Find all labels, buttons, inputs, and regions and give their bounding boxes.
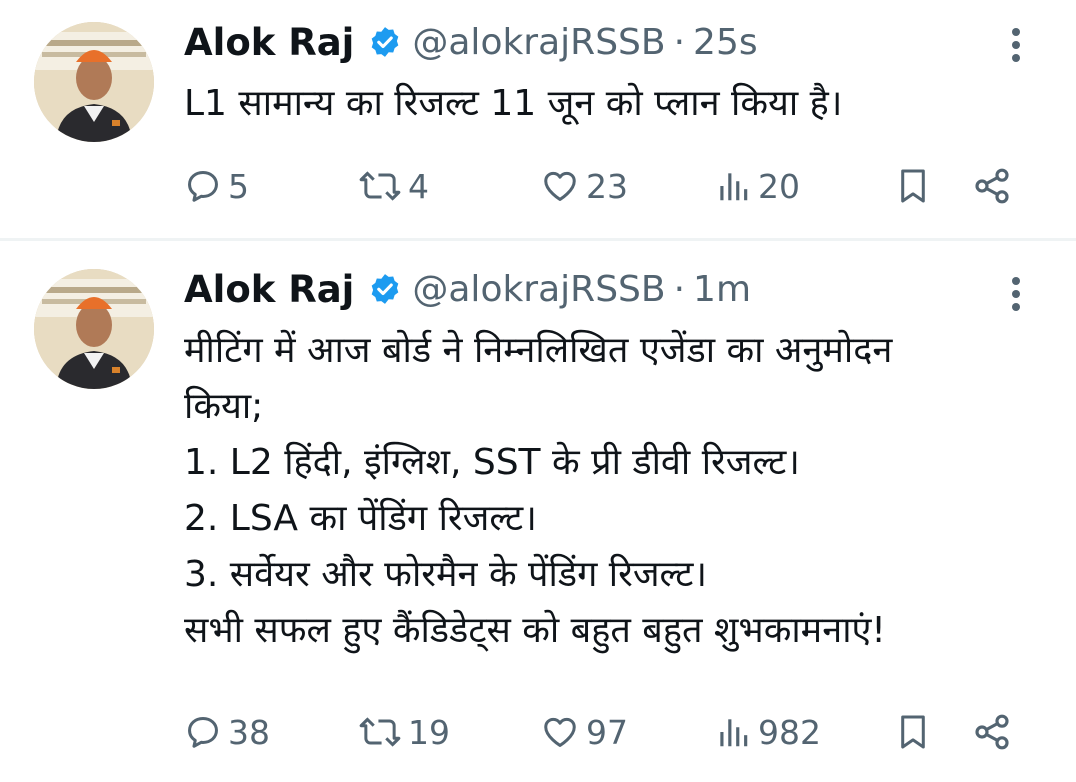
- views-button[interactable]: 982: [714, 707, 821, 757]
- bookmark-button[interactable]: [894, 707, 932, 757]
- share-button[interactable]: [972, 161, 1012, 211]
- share-icon: [972, 712, 1012, 752]
- verified-badge-icon: [368, 25, 402, 59]
- reply-icon: [184, 167, 222, 205]
- retweet-icon: [358, 167, 402, 205]
- reply-count: 5: [228, 166, 249, 206]
- bookmark-icon: [894, 165, 932, 207]
- retweet-count: 19: [408, 712, 450, 752]
- views-count: 982: [758, 712, 821, 752]
- tweet-header: Alok Raj @alokrajRSSB · 25s: [184, 14, 758, 70]
- views-button[interactable]: 20: [714, 161, 800, 211]
- bookmark-button[interactable]: [894, 161, 932, 211]
- like-button[interactable]: 97: [540, 707, 628, 757]
- like-count: 23: [586, 166, 628, 206]
- like-icon: [540, 167, 580, 205]
- reply-button[interactable]: 5: [184, 161, 249, 211]
- like-button[interactable]: 23: [540, 161, 628, 211]
- tweet[interactable]: Alok Raj @alokrajRSSB · 25s L1 सामान्य क…: [0, 0, 1076, 238]
- tweet[interactable]: Alok Raj @alokrajRSSB · 1m मीटिंग में आज…: [0, 241, 1076, 782]
- reply-button[interactable]: 38: [184, 707, 270, 757]
- views-icon: [714, 713, 752, 751]
- tweet-text: मीटिंग में आज बोर्ड ने निम्नलिखित एजेंडा…: [184, 330, 893, 651]
- separator-dot: ·: [673, 268, 686, 310]
- views-count: 20: [758, 166, 800, 206]
- retweet-button[interactable]: 4: [358, 161, 429, 211]
- more-icon[interactable]: [1008, 24, 1024, 64]
- reply-count: 38: [228, 712, 270, 752]
- retweet-count: 4: [408, 166, 429, 206]
- tweet-text: L1 सामान्य का रिजल्ट 11 जून को प्लान किय…: [184, 83, 843, 124]
- author-handle[interactable]: @alokrajRSSB: [412, 22, 665, 63]
- like-icon: [540, 713, 580, 751]
- author-handle[interactable]: @alokrajRSSB: [412, 269, 665, 310]
- timestamp[interactable]: 25s: [693, 22, 758, 63]
- views-icon: [714, 167, 752, 205]
- avatar[interactable]: [34, 269, 154, 389]
- tweet-header: Alok Raj @alokrajRSSB · 1m: [184, 261, 751, 317]
- verified-badge-icon: [368, 272, 402, 306]
- author-name[interactable]: Alok Raj: [184, 268, 354, 311]
- more-icon[interactable]: [1008, 273, 1024, 313]
- action-bar: 5 4 23 20: [184, 161, 1024, 211]
- avatar[interactable]: [34, 22, 154, 142]
- share-icon: [972, 166, 1012, 206]
- separator-dot: ·: [673, 21, 686, 63]
- author-name[interactable]: Alok Raj: [184, 21, 354, 64]
- action-bar: 38 19 97 982: [184, 707, 1024, 757]
- retweet-button[interactable]: 19: [358, 707, 450, 757]
- timestamp[interactable]: 1m: [693, 269, 751, 310]
- like-count: 97: [586, 712, 628, 752]
- bookmark-icon: [894, 711, 932, 753]
- reply-icon: [184, 713, 222, 751]
- share-button[interactable]: [972, 707, 1012, 757]
- retweet-icon: [358, 713, 402, 751]
